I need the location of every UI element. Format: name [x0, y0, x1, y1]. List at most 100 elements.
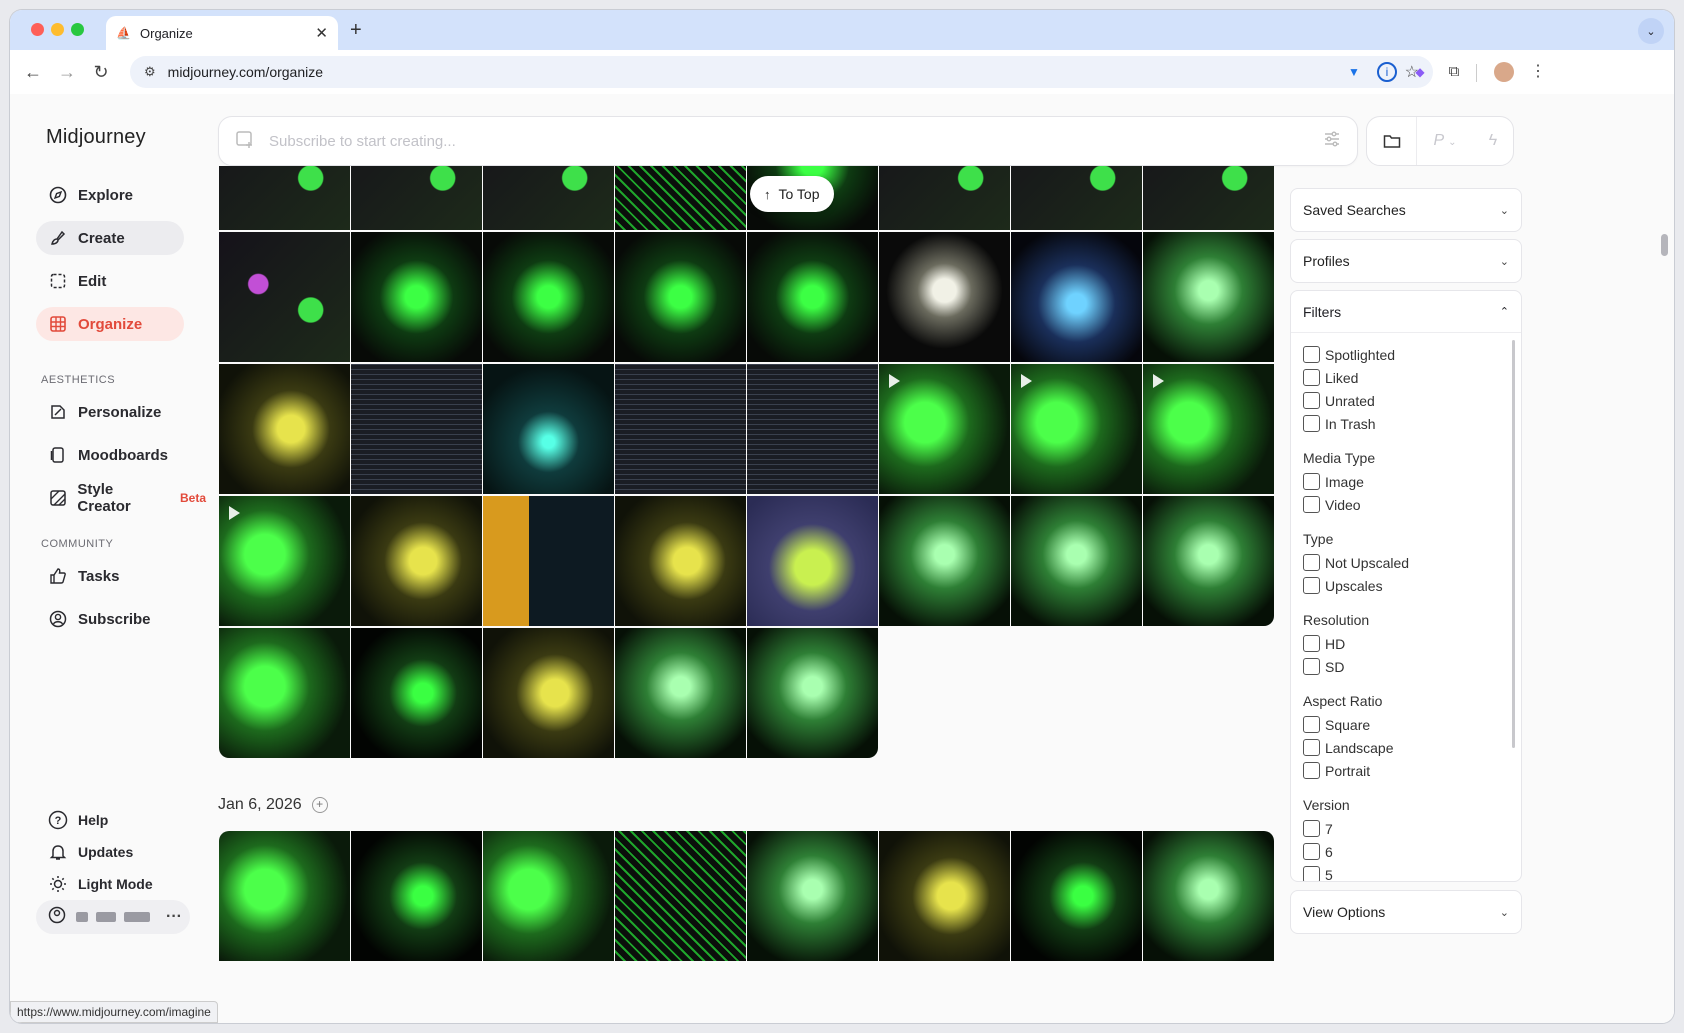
view-options-accordion[interactable]: View Options ⌄ — [1290, 890, 1522, 934]
image-thumbnail[interactable] — [483, 364, 614, 494]
filter-liked[interactable]: Liked — [1303, 369, 1358, 386]
settings-sliders-icon[interactable] — [1323, 130, 1341, 153]
profile-avatar[interactable] — [1494, 62, 1514, 82]
nav-tasks[interactable]: Tasks — [36, 559, 184, 593]
checkbox[interactable] — [1303, 577, 1320, 594]
image-thumbnail[interactable] — [1011, 166, 1142, 230]
page-scrollbar[interactable] — [1661, 234, 1668, 256]
image-thumbnail[interactable] — [747, 232, 878, 362]
image-thumbnail[interactable] — [351, 166, 482, 230]
checkbox[interactable] — [1303, 739, 1320, 756]
checkbox[interactable] — [1303, 496, 1320, 513]
filter-version-6[interactable]: 6 — [1303, 843, 1333, 860]
image-thumbnail[interactable] — [615, 628, 746, 758]
image-thumbnail[interactable] — [747, 364, 878, 494]
nav-updates[interactable]: Updates — [48, 842, 133, 862]
checkbox[interactable] — [1303, 658, 1320, 675]
image-thumbnail[interactable] — [351, 628, 482, 758]
filter-upscales[interactable]: Upscales — [1303, 577, 1383, 594]
nav-help[interactable]: ? Help — [48, 810, 108, 830]
image-thumbnail[interactable] — [615, 496, 746, 626]
image-thumbnail[interactable] — [615, 831, 746, 961]
forward-arrow-icon[interactable]: → — [50, 62, 84, 83]
image-thumbnail[interactable] — [879, 232, 1010, 362]
filter-image[interactable]: Image — [1303, 473, 1364, 490]
nav-personalize[interactable]: Personalize — [36, 395, 184, 429]
image-thumbnail[interactable] — [615, 166, 746, 230]
extension-password-icon[interactable]: i — [1377, 62, 1397, 82]
checkbox[interactable] — [1303, 415, 1320, 432]
close-tab-icon[interactable]: ✕ — [315, 24, 328, 42]
folder-icon[interactable] — [1367, 117, 1417, 165]
minimize-window-button[interactable] — [51, 23, 64, 36]
nav-organize[interactable]: Organize — [36, 307, 184, 341]
image-thumbnail[interactable] — [219, 496, 350, 626]
image-thumbnail[interactable] — [351, 232, 482, 362]
back-arrow-icon[interactable]: ← — [16, 62, 50, 83]
checkbox[interactable] — [1303, 635, 1320, 652]
image-thumbnail[interactable] — [1011, 364, 1142, 494]
image-thumbnail[interactable] — [615, 364, 746, 494]
image-thumbnail[interactable] — [747, 628, 878, 758]
add-circle-icon[interactable]: + — [311, 797, 328, 813]
image-thumbnail[interactable] — [879, 364, 1010, 494]
image-prompt-icon[interactable] — [235, 129, 255, 154]
address-bar[interactable]: ⚙ midjourney.com/organize ☆ — [130, 56, 1433, 88]
filters-scrollbar[interactable] — [1512, 340, 1515, 748]
image-thumbnail[interactable] — [219, 232, 350, 362]
filter-spotlighted[interactable]: Spotlighted — [1303, 346, 1395, 363]
image-thumbnail[interactable] — [1143, 166, 1274, 230]
image-thumbnail[interactable] — [747, 496, 878, 626]
image-thumbnail[interactable] — [1011, 831, 1142, 961]
filter-landscape[interactable]: Landscape — [1303, 739, 1394, 756]
image-thumbnail[interactable] — [351, 364, 482, 494]
image-thumbnail[interactable] — [879, 831, 1010, 961]
maximize-window-button[interactable] — [71, 23, 84, 36]
filter-unrated[interactable]: Unrated — [1303, 392, 1375, 409]
personalization-dropdown[interactable]: P ⌄ — [1417, 132, 1473, 150]
image-thumbnail[interactable] — [219, 628, 350, 758]
image-thumbnail[interactable] — [351, 496, 482, 626]
checkbox[interactable] — [1303, 554, 1320, 571]
image-thumbnail[interactable] — [747, 831, 878, 961]
image-thumbnail[interactable] — [483, 166, 614, 230]
filter-in-trash[interactable]: In Trash — [1303, 415, 1376, 432]
tab-search-chevron-icon[interactable]: ⌄ — [1638, 18, 1664, 44]
checkbox[interactable] — [1303, 369, 1320, 386]
image-thumbnail[interactable] — [219, 166, 350, 230]
profiles-accordion[interactable]: Profiles ⌄ — [1290, 239, 1522, 283]
image-thumbnail[interactable] — [1143, 831, 1274, 961]
image-thumbnail[interactable] — [879, 166, 1010, 230]
browser-tab[interactable]: ⛵ Organize ✕ — [106, 16, 338, 50]
nav-light-mode[interactable]: Light Mode — [48, 874, 153, 894]
prompt-bar[interactable]: Subscribe to start creating... — [218, 116, 1358, 166]
more-options-icon[interactable]: ··· — [166, 908, 182, 926]
filter-sd[interactable]: SD — [1303, 658, 1344, 675]
image-thumbnail[interactable] — [1143, 232, 1274, 362]
close-window-button[interactable] — [31, 23, 44, 36]
site-settings-icon[interactable]: ⚙ — [144, 64, 156, 80]
filter-portrait[interactable]: Portrait — [1303, 762, 1370, 779]
image-thumbnail[interactable] — [1143, 496, 1274, 626]
image-thumbnail[interactable] — [1143, 364, 1274, 494]
filter-hd[interactable]: HD — [1303, 635, 1345, 652]
image-thumbnail[interactable] — [1011, 232, 1142, 362]
checkbox[interactable] — [1303, 843, 1320, 860]
checkbox[interactable] — [1303, 866, 1320, 881]
filter-square[interactable]: Square — [1303, 716, 1370, 733]
checkbox[interactable] — [1303, 762, 1320, 779]
extension-v-icon[interactable]: ▼ — [1344, 62, 1364, 82]
chrome-menu-icon[interactable]: ⋮ — [1528, 62, 1548, 82]
nav-edit[interactable]: Edit — [36, 264, 184, 298]
filter-version-7[interactable]: 7 — [1303, 820, 1333, 837]
image-thumbnail[interactable] — [483, 232, 614, 362]
checkbox[interactable] — [1303, 820, 1320, 837]
image-thumbnail[interactable] — [615, 232, 746, 362]
checkbox[interactable] — [1303, 716, 1320, 733]
new-tab-button[interactable]: + — [350, 19, 362, 42]
nav-style-creator[interactable]: Style Creator Beta — [36, 481, 206, 515]
filter-version-5[interactable]: 5 — [1303, 866, 1333, 881]
prompt-input[interactable]: Subscribe to start creating... — [269, 133, 1323, 150]
filters-header[interactable]: Filters ⌃ — [1291, 291, 1521, 333]
checkbox[interactable] — [1303, 346, 1320, 363]
